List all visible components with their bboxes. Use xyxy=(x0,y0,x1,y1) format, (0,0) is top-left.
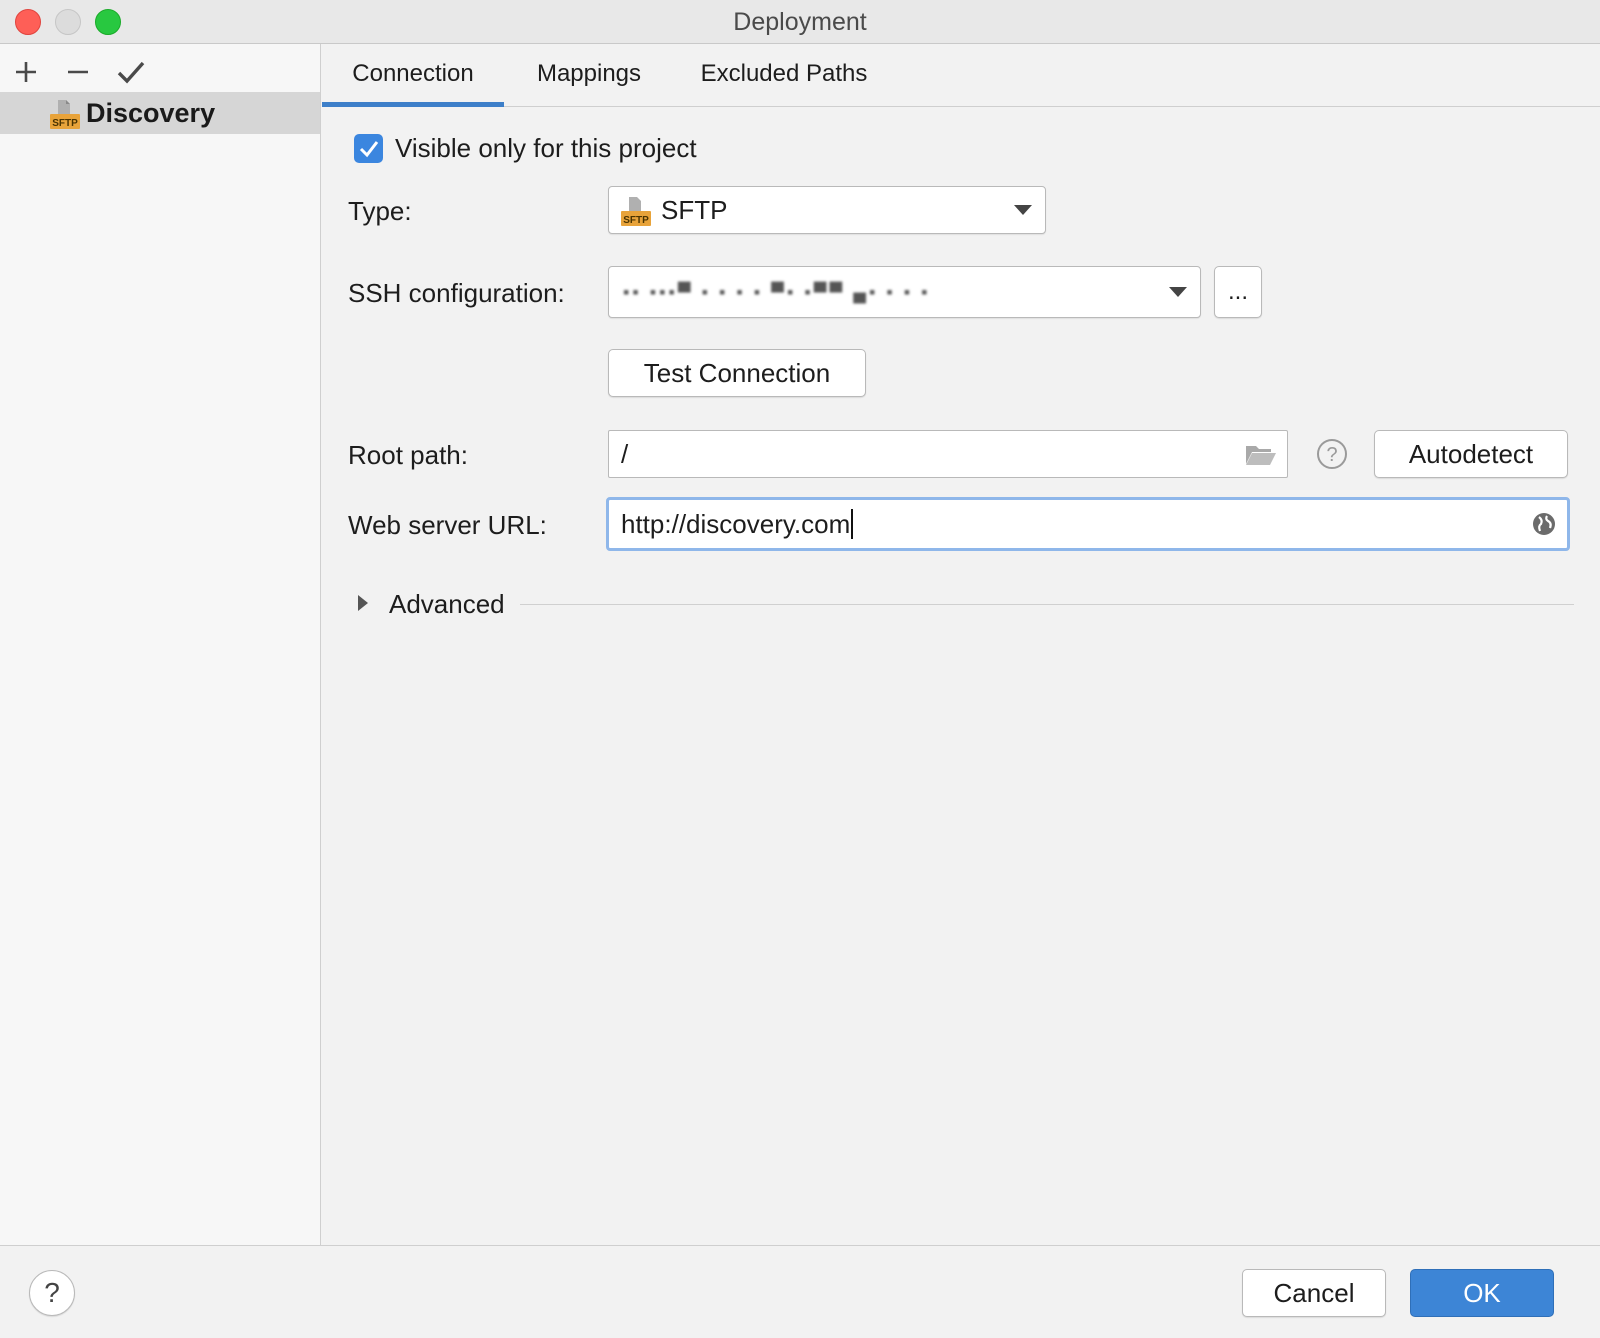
ok-button[interactable]: OK xyxy=(1410,1269,1554,1317)
chevron-down-icon xyxy=(1013,187,1033,233)
checkmark-icon xyxy=(117,61,145,84)
autodetect-button[interactable]: Autodetect xyxy=(1374,430,1568,478)
type-label: Type: xyxy=(348,196,412,226)
visible-only-label[interactable]: Visible only for this project xyxy=(395,130,697,166)
chevron-down-icon xyxy=(1168,267,1188,317)
root-path-value: / xyxy=(621,438,629,469)
svg-text:SFTP: SFTP xyxy=(623,215,649,226)
server-list-panel: SFTP Discovery xyxy=(0,44,321,1245)
cancel-button[interactable]: Cancel xyxy=(1242,1269,1386,1317)
add-server-button[interactable] xyxy=(8,54,44,90)
tab-excluded-paths[interactable]: Excluded Paths xyxy=(674,44,894,107)
web-server-url-label: Web server URL: xyxy=(348,510,547,540)
web-server-url-input[interactable]: http://discovery.com xyxy=(606,497,1570,551)
minus-icon xyxy=(68,70,88,74)
sftp-icon: SFTP xyxy=(621,197,651,226)
svg-text:SFTP: SFTP xyxy=(52,118,78,129)
server-item-label: Discovery xyxy=(86,98,216,128)
globe-icon[interactable] xyxy=(1531,500,1557,548)
sftp-icon: SFTP xyxy=(50,100,80,129)
ssh-configuration-label: SSH configuration: xyxy=(348,278,565,308)
type-select[interactable]: SFTP SFTP xyxy=(608,186,1046,234)
ssh-configurations-button[interactable]: ... xyxy=(1214,266,1262,318)
dialog-footer: ? Cancel OK xyxy=(0,1245,1600,1338)
help-button[interactable]: ? xyxy=(29,1270,75,1316)
text-caret xyxy=(851,509,854,539)
divider xyxy=(520,604,1574,605)
help-icon[interactable]: ? xyxy=(1316,438,1348,470)
svg-text:?: ? xyxy=(1326,444,1337,466)
remove-server-button[interactable] xyxy=(60,54,96,90)
deployment-dialog: Deployment SFTP Discovery Connection Map… xyxy=(0,0,1600,1338)
window-title: Deployment xyxy=(733,8,867,36)
test-connection-button[interactable]: Test Connection xyxy=(608,349,866,397)
tab-connection[interactable]: Connection xyxy=(322,44,504,107)
root-path-label: Root path: xyxy=(348,440,468,470)
tab-mappings[interactable]: Mappings xyxy=(504,44,674,107)
advanced-section-toggle[interactable]: Advanced xyxy=(389,586,505,622)
plus-icon xyxy=(16,62,36,82)
server-item-discovery[interactable]: SFTP Discovery xyxy=(0,92,320,134)
title-bar: Deployment xyxy=(0,0,1600,44)
active-tab-indicator xyxy=(322,102,504,107)
folder-icon[interactable] xyxy=(1245,431,1277,477)
visible-only-checkbox[interactable] xyxy=(354,134,383,163)
chevron-right-icon[interactable] xyxy=(357,594,369,612)
tab-bar: Connection Mappings Excluded Paths xyxy=(322,44,1600,107)
root-path-input[interactable]: / xyxy=(608,430,1288,478)
set-default-button[interactable] xyxy=(113,54,149,90)
web-server-url-value: http://discovery.com xyxy=(621,508,851,539)
type-value: SFTP xyxy=(661,194,728,225)
ssh-configuration-value: ▪▪ ▪▪▪▀ ▪ ▪ ▪ ▪ ▀▪ ▪▀▀ ▄▪ ▪ ▪ ▪ xyxy=(623,281,931,302)
checkmark-icon xyxy=(359,140,378,157)
ssh-configuration-select[interactable]: ▪▪ ▪▪▪▀ ▪ ▪ ▪ ▪ ▀▪ ▪▀▀ ▄▪ ▪ ▪ ▪ xyxy=(608,266,1201,318)
